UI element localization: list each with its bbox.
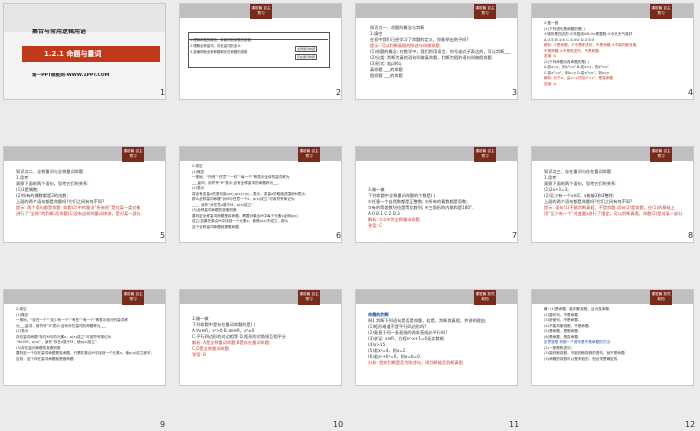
- slide-number-11: 11: [509, 420, 520, 429]
- text-line: 为___量词，用符号“∃”表示;含有存在量词的命题称为___.: [16, 323, 108, 328]
- text-line: 答案: B: [192, 352, 206, 357]
- section-badge: 课前篇 自主预习: [474, 4, 496, 19]
- section-badge: 课前篇 自主预习: [122, 147, 144, 162]
- section-badge: 课堂篇 探究新知: [474, 290, 496, 305]
- slide-thumbnail-3[interactable]: 课前篇 自主预习 知识点一、命题的概念与判断 1.填空 在初中我们已经学习了命题…: [355, 3, 518, 100]
- slide-number-8: 8: [688, 231, 694, 240]
- section-badge: 课前篇 自主预习: [298, 147, 320, 162]
- text-line: 用“至少有一个”对变量x进行了限定，可以判断真假，命题(2)是对某一部分.: [544, 211, 684, 216]
- cover-footer: 第一PPT模板网-WWW.1PPT.COM: [32, 73, 110, 78]
- objective-1: 1.理解命题的概念，并能判断命题的真假.: [190, 38, 252, 42]
- text-line: 这个全称量词命题就是假命题.: [192, 224, 240, 229]
- text-line: (3)求证: x∈R，方程x²-x+1=0无实数根.: [368, 336, 446, 341]
- section-badge: 课前篇 自主预习: [250, 4, 272, 19]
- text-line: (3)命题的真假可以是未知的，但必须是确定的.: [544, 356, 619, 361]
- cover-band-text: 1.2.1 命题与量词: [44, 50, 102, 58]
- text-line: ___量词，用符号“∀”表示;含有全称量词的命题称为___.: [192, 180, 280, 185]
- section-badge: 课堂篇 探究新知: [650, 290, 672, 305]
- text-line: 否则，这个存在量词命题就是假命题.: [16, 356, 75, 361]
- slide-number-1: 1: [160, 88, 166, 97]
- text-line: 解析: 对于A，由x=y可知x²=y²，是真命题.: [544, 76, 615, 80]
- text-line: 答案: A: [544, 81, 556, 86]
- section-badge: 课前篇 自主预习: [650, 4, 672, 19]
- slide-thumbnail-2[interactable]: 课前篇 自主预习 1.理解命题的概念，并能判断命题的真假. 2.理解全称量词、存…: [179, 3, 342, 100]
- slide-number-4: 4: [688, 88, 694, 97]
- slide-number-3: 3: [512, 88, 518, 97]
- slide-sorter-grid: 集合与常用逻辑用语 1.2.1 命题与量词 第一PPT模板网-WWW.1PPT.…: [0, 0, 700, 431]
- slide-thumbnail-11[interactable]: 课堂篇 探究新知 命题的判断 例1 判断下列语句是否是命题，若是，判断其真假，并…: [355, 289, 518, 386]
- text-line: 分析: 首先判断是否为陈述句，再判断能否判断真假.: [368, 360, 465, 365]
- slide-number-6: 6: [336, 231, 342, 240]
- section-badge: 课前篇 自主预习: [122, 290, 144, 305]
- section-badge: 课前篇 自主预习: [298, 290, 320, 305]
- slide-number-12: 12: [685, 420, 696, 429]
- text-line: 进行了“全称”的判断;而命题(1)没有这样的量词修饰，是对某一部分.: [16, 211, 143, 216]
- section-badge: 课前篇 自主预习: [650, 147, 672, 162]
- slide-number-10: 10: [333, 420, 344, 429]
- slide-thumbnail-6[interactable]: 课前篇 自主预习 2.填空 (1)概念 一般地，“所有”“任意”“一切”“每一个…: [179, 146, 342, 243]
- slide-number-5: 5: [160, 231, 166, 240]
- slide-thumbnail-4[interactable]: 课前篇 自主预习 2.做一做 (1)下列语句是命题的是( ) ①梯形是四边形;②…: [531, 3, 694, 100]
- objective-2: 2.理解全称量词、存在量词的含义.: [190, 44, 242, 48]
- slide-thumbnail-5[interactable]: 课前篇 自主预习 知识点二、全称量词与全称量词命题 1.思考 观察下面的两个语句…: [3, 146, 166, 243]
- objective-3: 3.准确判断全称命题和存在命题的真假: [190, 50, 248, 54]
- text-line: 答案: C: [368, 223, 383, 228]
- slide-thumbnail-8[interactable]: 课前篇 自主预习 知识点三、存在量词与存在量词命题 1.思考 观察下面的两个语句…: [531, 146, 694, 243]
- cover-title: 集合与常用逻辑用语: [32, 29, 87, 35]
- concept-box-2: 存在量词命题: [295, 54, 318, 60]
- slide-number-7: 7: [512, 231, 518, 240]
- slide-number-2: 2: [336, 88, 342, 97]
- section-badge: 课前篇 自主预习: [474, 147, 496, 162]
- slide-thumbnail-10[interactable]: 课前篇 自主预习 3.做一做 下列命题中是存在量词命题的是( ) A.∀x∈R，…: [179, 289, 342, 386]
- slide-thumbnail-7[interactable]: 课前篇 自主预习 3.做一做 下列命题中全称量词命题的个数是( ) ①任意一个自…: [355, 146, 518, 243]
- text-line: 假命题 ___的命题: [370, 73, 403, 78]
- text-line: 不是命题;④不是陈述句，不是命题.: [544, 48, 600, 53]
- concept-box-1: 全称量词命题: [295, 46, 318, 52]
- slide-thumbnail-12[interactable]: 课堂篇 探究新知 解: (1)是命题，能判断真假，且为真命题. (2)疑问句，不…: [531, 289, 694, 386]
- slide-thumbnail-9[interactable]: 课前篇 自主预习 2.填空 (1)概念 一般地，“存在一个”“至少有一个”“有些…: [3, 289, 166, 386]
- cover-top-band: [4, 4, 165, 32]
- slide-number-9: 9: [160, 420, 166, 429]
- slide-thumbnail-1[interactable]: 集合与常用逻辑用语 1.2.1 命题与量词 第一PPT模板网-WWW.1PPT.…: [3, 3, 166, 100]
